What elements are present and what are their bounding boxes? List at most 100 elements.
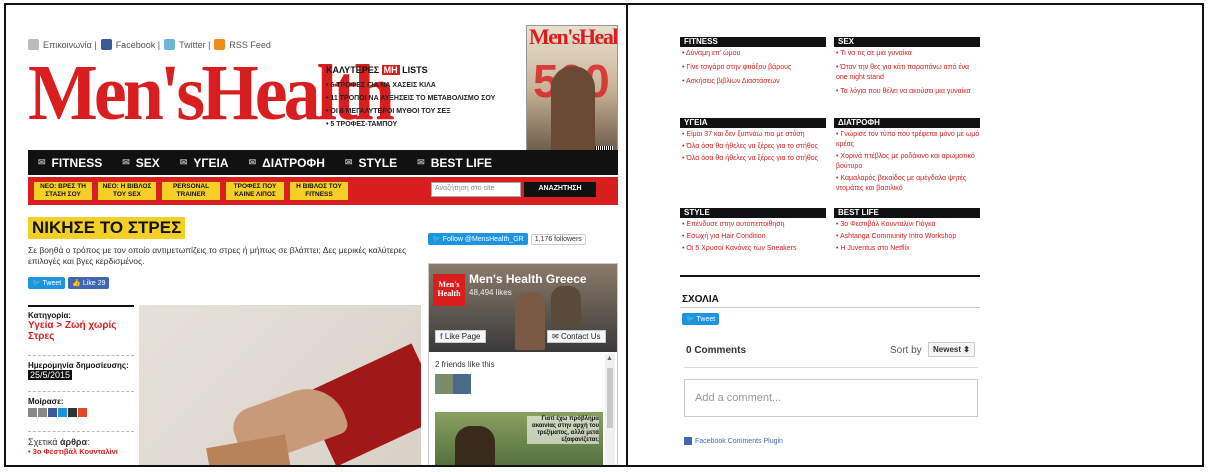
subnav-item[interactable]: ΤΡΟΦΕΣ ΠΟΥ ΚΑΙΝΕ ΛΙΠΟΣ (226, 182, 284, 200)
nav-item-fitness[interactable]: ✉ FITNESS (28, 156, 112, 170)
tweet-button[interactable]: 🐦 Tweet (682, 313, 720, 325)
main-nav: ✉ FITNESS ✉ SEX ✉ ΥΓΕΙΑ ✉ ΔΙΑΤΡΟΦΗ ✉ STYLE ✉ B… (28, 150, 618, 175)
fb-contact-button[interactable]: ✉ Contact Us (547, 330, 606, 343)
comments-title: ΣΧΟΛΙΑ (682, 294, 719, 305)
envelope-icon: ✉ (344, 157, 353, 167)
article-hero-image (139, 305, 421, 465)
tweet-button[interactable]: 🐦 Tweet (28, 277, 66, 289)
envelope-icon: ✉ (122, 157, 130, 167)
meta-date: Ημερομηνία δημοσίευσης: 25/5/2015 (28, 361, 134, 380)
facebook-page-widget: Men's Health Men's Health Greece 48,494 … (428, 263, 618, 465)
followers-count: 1,176 followers (530, 233, 586, 245)
category-link[interactable]: Ashtanga Community Intro Workshop (834, 232, 980, 242)
date-label: Ημερομηνία δημοσίευσης: (28, 361, 129, 370)
facebook-comments-plugin[interactable]: Facebook Comments Plugin (684, 437, 783, 445)
subnav-item[interactable]: ΝΕΟ: Η ΒΙΒΛΟΣ ΤΟΥ SEX (98, 182, 156, 200)
category-header[interactable]: SEX (834, 37, 980, 47)
article-title: ΝΙΚΗΣΕ ΤΟ ΣΤΡΕΣ (28, 217, 186, 239)
fb-page-header[interactable]: Men's Health Men's Health Greece 48,494 … (429, 264, 617, 352)
best-list-item[interactable]: 11 ΤΡΟΠΟΙ ΝΑ ΑΥΞΗΣΕΙΣ ΤΟ ΜΕΤΑΒΟΛΙΣΜΟ ΣΟΥ (326, 92, 516, 105)
category-header[interactable]: STYLE (680, 208, 826, 218)
scroll-thumb[interactable] (607, 368, 613, 428)
category-link[interactable]: Χορινά πτέβλος με ροδάκινο και αρωματικό… (834, 152, 980, 172)
category-header[interactable]: FITNESS (680, 37, 826, 47)
search-input[interactable]: Αναζήτηση στο site (431, 182, 521, 197)
facebook-share-icon[interactable] (48, 408, 57, 417)
twitter-share-icon[interactable] (58, 408, 67, 417)
category-link[interactable]: Όλα όσα θα ήθελες να ξέρες για το στήθος (680, 154, 826, 164)
category-health: ΥΓΕΙΑ Είμαι 37 και δεν ξυπνάω πιο με στύ… (680, 118, 826, 164)
category-link[interactable]: Τι να τις σε μια γυναίκα (834, 49, 980, 59)
related-item[interactable]: • 3ο Φεστιβάλ Κουνταλίνι (28, 447, 134, 456)
category-link[interactable]: Επένδυσε στην αυτοπεποίθηση (680, 220, 826, 230)
category-label: Κατηγορία: (28, 311, 72, 320)
best-list-item[interactable]: ΟΙ 6 ΜΕΓΑΛΥΤΕΡΟΙ ΜΥΘΟΙ ΤΟΥ ΣΕΞ (326, 105, 516, 118)
category-link[interactable]: Οι 5 Χρυσοί Κανόνες των Sneakers (680, 244, 826, 254)
category-link[interactable]: Είμαι 37 και δεν ξυπνάω πιο με στύση (680, 130, 826, 140)
fb-page-likes: 48,494 likes (469, 288, 512, 297)
print-share-icon[interactable] (38, 408, 47, 417)
category-link[interactable]: Δύναμη επ' ώμου (680, 49, 826, 59)
best-list-item[interactable]: 6 ΤΡΟΦΕΣ ΓΙΑ ΝΑ ΧΑΣΕΙΣ ΚΙΛΑ (326, 79, 516, 92)
meta-related: Σχετικά άρθρα: • 3ο Φεστιβάλ Κουνταλίνι (28, 437, 134, 456)
cover-model-image (551, 66, 595, 162)
best-list-item[interactable]: 5 ΤΡΟΦΕΣ-ΤΑΜΠΟΥ (326, 118, 516, 131)
category-link[interactable]: 3ο Φεστιβάλ Κουνταλίνι Γιόγκα (834, 220, 980, 230)
article-subtitle: Σε βοηθά ο τρόπος με τον οποίο αντιμετωπ… (28, 245, 407, 266)
left-page-panel: Επικοινωνία | Facebook | Twitter | RSS F… (6, 5, 626, 465)
related-label: Σχετικά (28, 437, 58, 447)
facebook-icon: f (440, 332, 443, 341)
subnav-item[interactable]: Η ΒΙΒΛΟΣ ΤΟΥ FITNESS (290, 182, 348, 200)
follow-button[interactable]: 🐦 Follow @MensHealth_GR (428, 233, 528, 245)
section-rule (680, 307, 980, 308)
category-link[interactable]: Η Juventus στο Netflix (834, 244, 980, 254)
add-comment-input[interactable]: Add a comment... (684, 379, 978, 417)
magazine-cover[interactable]: Men'sHealth 500 (526, 25, 618, 165)
category-link[interactable]: Καμαλαρός βεκαίδος με αμέγδαλα ψητές ντο… (834, 174, 980, 194)
category-link[interactable]: Τα λόγια που θέλει να ακούσει μια γυναίκ… (834, 87, 980, 97)
fb-friend-avatars[interactable] (435, 374, 471, 394)
nav-item-style[interactable]: ✉ STYLE (335, 156, 407, 170)
nav-item-nutrition[interactable]: ✉ ΔΙΑΤΡΟΦΗ (239, 156, 335, 170)
category-header[interactable]: ΔΙΑΤΡΟΦΗ (834, 118, 980, 128)
sort-select[interactable]: Newest ⬍ (928, 342, 975, 357)
category-sex: SEX Τι να τις σε μια γυναίκα Όταν την θε… (834, 37, 980, 97)
category-link[interactable]: Εσωχή για Hair Condition (680, 232, 826, 242)
meta-category: Κατηγορία: Υγεία > Ζωή χωρίς Στρες (28, 311, 134, 342)
share-label: Μοίρασε: (28, 397, 64, 406)
myspace-share-icon[interactable] (68, 408, 77, 417)
fb-page-name[interactable]: Men's Health Greece (469, 272, 587, 286)
meta-divider (28, 355, 134, 356)
category-header[interactable]: ΥΓΕΙΑ (680, 118, 826, 128)
nav-item-sex[interactable]: ✉ SEX (112, 156, 170, 170)
category-link[interactable]: Υγεία > Ζωή χωρίς Στρες (28, 320, 134, 342)
subnav-item[interactable]: PERSONAL TRAINER (162, 182, 220, 200)
search-button[interactable]: ΑΝΑΖΗΤΗΣΗ (524, 182, 596, 197)
delicious-share-icon[interactable] (78, 408, 87, 417)
category-link[interactable]: Γίνε τσιγάρο στην φτιάξου βάρους (680, 63, 826, 73)
email-share-icon[interactable] (28, 408, 37, 417)
fb-like-page-button[interactable]: f Like Page (435, 330, 486, 343)
fb-scrollbar[interactable]: ▲ (605, 354, 615, 465)
category-link[interactable]: Ασκήσεις βιβλίων Διαστάσεων (680, 77, 826, 87)
nav-item-best-life[interactable]: ✉ BEST LIFE (407, 156, 502, 170)
envelope-icon: ✉ (179, 157, 188, 167)
category-link[interactable]: Γνώρισε τον τύπο που τρέφεται μόνο με ωμ… (834, 130, 980, 150)
share-icons (28, 408, 134, 417)
meta-divider (28, 391, 134, 392)
like-button[interactable]: 👍 Like 29 (68, 277, 110, 289)
mail-icon: ✉ (552, 332, 559, 341)
meta-top-rule (28, 305, 134, 307)
fb-post-text: Γιατί έχω πρόβλημα ακαινίας στην αρχή το… (527, 416, 599, 444)
subnav-item[interactable]: ΝΕΟ: ΒΡΕΣ ΤΗ ΣΤΑΣΗ ΣΟΥ (34, 182, 92, 200)
category-link[interactable]: Όταν την θες για κάτι παραπάνω από ένα o… (834, 63, 980, 83)
scroll-up-icon[interactable]: ▲ (606, 355, 613, 362)
fb-friends-text: 2 friends like this (435, 360, 495, 369)
envelope-icon: ✉ (38, 157, 46, 167)
fb-cover-photo (551, 286, 581, 326)
category-header[interactable]: BEST LIFE (834, 208, 980, 218)
category-link[interactable]: Όλα όσα θα ήθελες να ξέρες για το στήθος (680, 142, 826, 152)
fb-post[interactable]: Γιατί έχω πρόβλημα ακαινίας στην αρχή το… (435, 412, 603, 465)
nav-item-health[interactable]: ✉ ΥΓΕΙΑ (170, 156, 239, 170)
right-page-panel: FITNESS Δύναμη επ' ώμου Γίνε τσιγάρο στη… (628, 5, 1202, 465)
